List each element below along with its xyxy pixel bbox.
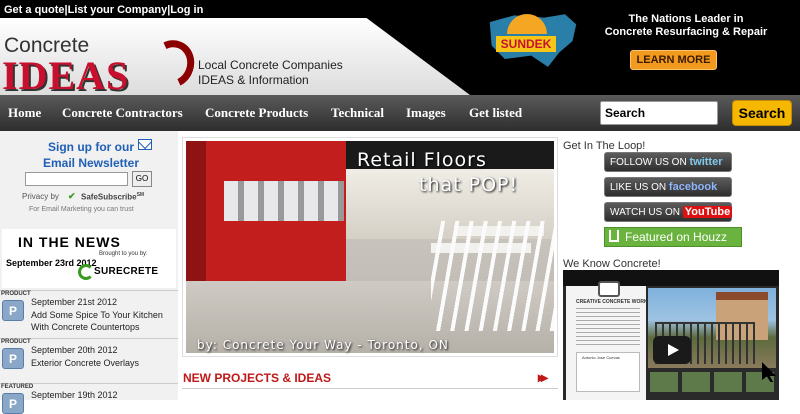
newsletter-go-button[interactable]: GO	[132, 171, 152, 187]
product-icon: P	[2, 348, 24, 369]
follow-twitter-button[interactable]: FOLLOW US ON twitter	[604, 152, 732, 172]
tagline-line1: Local Concrete Companies	[198, 58, 343, 72]
learn-more-button[interactable]: LEARN MORE	[630, 50, 717, 70]
ad-headline-line1: The Nations Leader in	[628, 13, 744, 25]
search-input[interactable]	[600, 101, 718, 125]
post-date: September 19th 2012	[31, 390, 118, 400]
newsletter-title[interactable]: Sign up for our Email Newsletter	[27, 139, 155, 171]
slide-title-line2: that POP!	[419, 174, 519, 196]
we-know-concrete-heading: We Know Concrete!	[563, 258, 661, 270]
product-icon: P	[2, 393, 24, 414]
video-card-name: Antonio Jose Cuevas	[582, 355, 620, 360]
product-icon: P	[2, 300, 24, 321]
section-divider	[182, 388, 558, 389]
slide-frozen-yogurt-machines	[224, 181, 344, 221]
newsletter-title-line1[interactable]: Sign up for our	[27, 139, 155, 155]
news-post[interactable]: FEATURED P September 19th 2012	[0, 383, 178, 414]
post-date: September 20th 2012	[31, 345, 118, 355]
nav-home[interactable]: Home	[8, 95, 41, 131]
slide-title-line1: Retail Floors	[357, 149, 487, 171]
tagline-line2: IDEAS & Information	[198, 73, 309, 87]
safesubscribe-mark: SM	[136, 192, 145, 198]
video-document-text-lines	[576, 308, 640, 348]
post-category-tag: FEATURED	[1, 384, 34, 390]
safesubscribe-logo[interactable]: SafeSubscribeSM	[81, 192, 144, 202]
surecrete-swirl-icon	[78, 264, 94, 280]
nav-concrete-contractors[interactable]: Concrete Contractors	[62, 95, 183, 131]
sundek-logo[interactable]: SUNDEK	[496, 36, 556, 52]
twitter-logo-icon: twitter	[689, 156, 723, 168]
nav-concrete-products[interactable]: Concrete Products	[205, 95, 308, 131]
nav-get-listed[interactable]: Get listed	[469, 95, 522, 131]
newsletter-email-input[interactable]	[25, 172, 128, 186]
brought-to-you-label: Brought to you by:	[99, 251, 148, 257]
newsletter-title-line2[interactable]: Email Newsletter	[27, 155, 155, 171]
site-tagline: Local Concrete Companies IDEAS & Informa…	[198, 58, 343, 88]
houzz-button-label: Featured on Houzz	[625, 230, 728, 244]
in-the-news-title: IN THE NEWS	[18, 234, 121, 250]
video-thumbnails[interactable]	[650, 372, 774, 392]
play-icon[interactable]	[653, 336, 691, 364]
get-a-quote-link[interactable]: Get a quote	[4, 4, 65, 16]
new-projects-heading[interactable]: NEW PROJECTS & IDEAS	[183, 371, 331, 385]
like-facebook-button[interactable]: LIKE US ON facebook	[604, 177, 732, 197]
post-date: September 21st 2012	[31, 297, 118, 307]
featured-slide-image[interactable]	[186, 141, 554, 353]
log-in-link[interactable]: Log in	[170, 4, 203, 16]
double-arrow-icon[interactable]: ▸▸	[538, 369, 548, 386]
watch-youtube-button[interactable]: WATCH US ON YouTube	[604, 202, 733, 222]
post-title-link[interactable]: Exterior Concrete Overlays	[31, 357, 176, 369]
surecrete-logo[interactable]: SURECRETE	[94, 266, 158, 277]
search-button[interactable]: Search	[732, 100, 792, 126]
post-category-tag: PRODUCT	[1, 339, 31, 345]
ad-headline-line2: Concrete Resurfacing & Repair	[604, 26, 768, 38]
envelope-icon	[138, 139, 152, 150]
slide-chairs	[431, 221, 554, 331]
creative-concrete-logo-icon	[598, 281, 620, 297]
post-category-tag: PRODUCT	[1, 291, 31, 297]
privacy-label: Privacy by	[22, 192, 59, 201]
facebook-logo-icon: facebook	[668, 181, 718, 193]
safesubscribe-text: SafeSubscribe	[81, 192, 137, 202]
facebook-button-label: LIKE US ON	[610, 182, 667, 193]
slide-caption: by: Concrete Your Way - Toronto, ON	[197, 338, 449, 352]
email-marketing-note: For Email Marketing you can trust	[29, 206, 134, 213]
news-post[interactable]: PRODUCT P September 21st 2012 Add Some S…	[0, 290, 178, 338]
nav-technical[interactable]: Technical	[331, 95, 384, 131]
top-links: Get a quote | List your Company | Log in	[4, 4, 203, 16]
featured-on-houzz-button[interactable]: Featured on Houzz	[604, 227, 742, 247]
nav-images[interactable]: Images	[406, 95, 446, 131]
list-your-company-link[interactable]: List your Company	[68, 4, 168, 16]
post-title-link[interactable]: Add Some Spice To Your Kitchen With Conc…	[31, 309, 176, 333]
youtube-button-label: WATCH US ON	[610, 207, 680, 218]
youtube-logo-icon: YouTube	[682, 206, 733, 218]
video-company-name: CREATIVE CONCRETE WORKS	[576, 299, 651, 305]
video-title-bar	[563, 270, 779, 286]
houzz-icon	[609, 230, 619, 242]
twitter-button-label: FOLLOW US ON	[610, 157, 687, 168]
news-post[interactable]: PRODUCT P September 20th 2012 Exterior C…	[0, 338, 178, 382]
get-in-the-loop-heading: Get In The Loop!	[563, 140, 646, 152]
safesubscribe-check-icon: ✔	[68, 191, 76, 201]
ad-headline: The Nations Leader in Concrete Resurfaci…	[596, 13, 776, 39]
logo-ideas-text[interactable]: IDEAS	[2, 52, 129, 99]
